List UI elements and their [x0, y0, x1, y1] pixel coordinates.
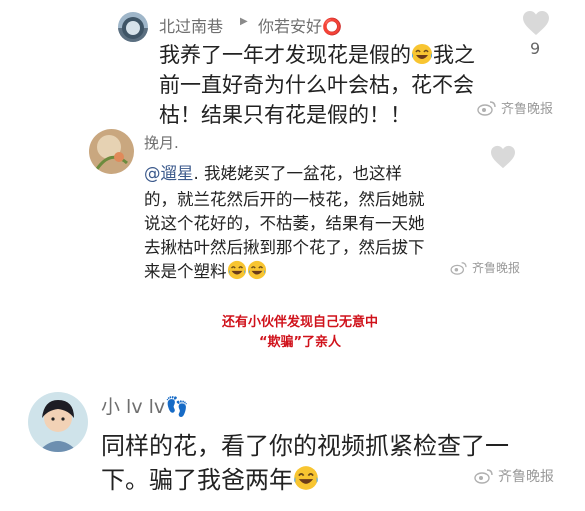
- laughing-crying-emoji-icon: [293, 465, 319, 497]
- comment-text: 来是个塑料: [144, 262, 227, 281]
- avatar[interactable]: [28, 392, 88, 452]
- reply-to-username[interactable]: 你若安好⭕: [258, 13, 342, 37]
- comment-text: 我之: [433, 43, 475, 67]
- comment-text-line: 说这个花好的，不枯萎，结果有一天她: [144, 214, 425, 233]
- username[interactable]: 北过南巷: [159, 13, 223, 37]
- comment-text-line: 我养了一年才发现花是假的 我之: [159, 39, 475, 70]
- comment-text: 下。骗了我爸两年: [101, 466, 293, 494]
- heart-icon: [491, 145, 515, 169]
- watermark: 齐鲁晚报: [474, 466, 554, 486]
- comment-text-line: 前一直好奇为什么叶会枯，花不会: [159, 73, 474, 97]
- comment-text-line: 下。骗了我爸两年: [101, 460, 319, 497]
- reply-arrow-icon: ▶: [240, 16, 248, 27]
- weibo-logo-icon: [450, 261, 467, 275]
- like-count: 9: [530, 39, 541, 58]
- comment-text-line: @遛星. 我姥姥买了一盆花，也这样: [144, 160, 402, 184]
- caption-line: 还有小伙伴发现自己无意中: [221, 315, 378, 330]
- avatar[interactable]: [118, 12, 148, 42]
- laughing-emoji-icon: [227, 260, 247, 284]
- like-button[interactable]: [490, 145, 516, 169]
- watermark-text: 齐鲁晚报: [501, 102, 554, 117]
- like-button[interactable]: [522, 10, 550, 36]
- weibo-logo-icon: [474, 469, 493, 484]
- mention-link[interactable]: @遛星: [144, 164, 194, 183]
- watermark-text: 齐鲁晚报: [498, 469, 554, 485]
- comment-text-line: 枯！结果只有花是假的！！: [159, 103, 411, 127]
- comment-text-line: 来是个塑料: [144, 258, 267, 284]
- watermark: 齐鲁晚报: [477, 98, 553, 117]
- comment-text-line: 的，就兰花然后开的一枝花，然后她就: [144, 190, 425, 209]
- username[interactable]: 小 lv lv👣: [101, 392, 189, 419]
- avatar[interactable]: [89, 129, 134, 174]
- heart-icon: [523, 11, 549, 35]
- watermark-text: 齐鲁晚报: [472, 261, 521, 275]
- watermark: 齐鲁晚报: [450, 259, 520, 276]
- comment-text: 我养了一年才发现花是假的: [159, 43, 411, 67]
- comment-text-line: 去揪枯叶然后揪到那个花了，然后拔下: [144, 238, 425, 257]
- username[interactable]: 挽月.: [144, 132, 179, 153]
- caption-line: “欺骗”了亲人: [258, 335, 342, 350]
- comment-text: . 我姥姥买了一盆花，也这样: [193, 164, 403, 183]
- laughing-emoji-icon: [247, 260, 267, 284]
- comment-text-line: 同样的花，看了你的视频抓紧检查了一: [101, 432, 509, 460]
- weibo-logo-icon: [477, 100, 496, 116]
- laughing-crying-emoji-icon: [411, 43, 433, 70]
